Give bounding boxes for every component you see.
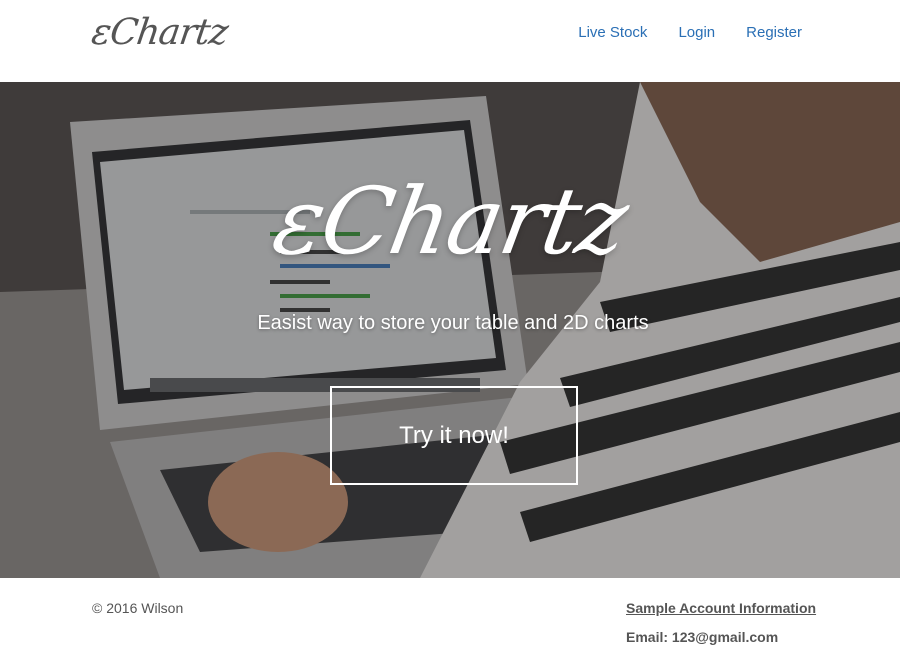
hero-title: εChartz bbox=[265, 168, 635, 275]
site-footer: © 2016 Wilson Sample Account Information… bbox=[0, 578, 900, 650]
nav-link-live-stock[interactable]: Live Stock bbox=[578, 24, 647, 41]
nav-link-register[interactable]: Register bbox=[746, 24, 802, 41]
hero-subtitle: Easist way to store your table and 2D ch… bbox=[257, 312, 649, 334]
site-logo[interactable]: εChartz bbox=[89, 12, 230, 53]
copyright-text: © 2016 Wilson bbox=[92, 600, 184, 616]
sample-account-link[interactable]: Sample Account Information bbox=[626, 600, 816, 616]
nav-link-login[interactable]: Login bbox=[678, 24, 715, 41]
try-it-now-button[interactable]: Try it now! bbox=[330, 386, 578, 485]
hero-banner: εChartz Easist way to store your table a… bbox=[0, 82, 900, 578]
sample-account-email: Email: 123@gmail.com bbox=[626, 629, 779, 645]
site-header: εChartz Live Stock Login Register bbox=[0, 0, 900, 82]
main-nav: Live Stock Login Register bbox=[578, 24, 802, 41]
